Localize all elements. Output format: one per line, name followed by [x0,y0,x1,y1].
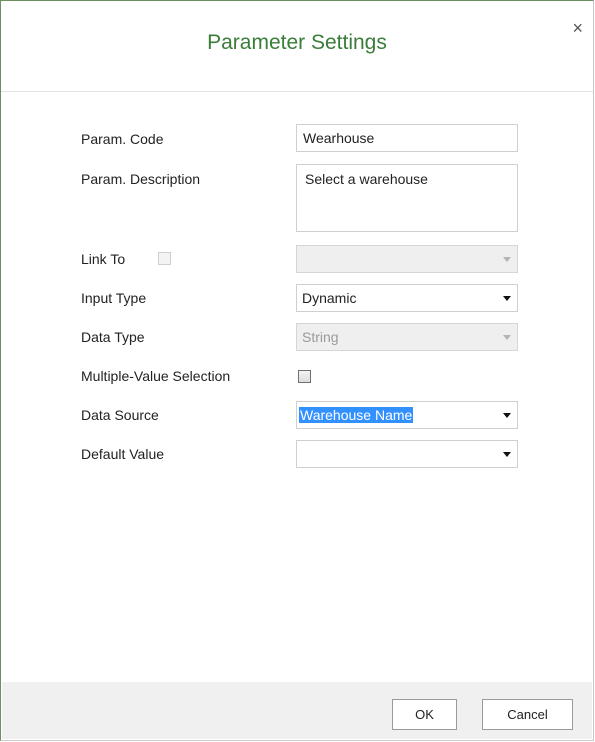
default-value-label: Default Value [81,446,165,462]
chevron-down-icon [503,413,511,418]
param-code-input[interactable]: Wearhouse [296,124,518,152]
data-source-value-wrap: Warehouse Name [299,407,414,423]
input-type-value: Dynamic [302,290,357,306]
ok-button[interactable]: OK [392,699,457,730]
chevron-down-icon [503,335,511,340]
data-source-value: Warehouse Name [299,407,414,423]
data-source-label: Data Source [81,407,159,423]
link-to-label: Link To [81,251,126,267]
param-code-label: Param. Code [81,131,164,147]
chevron-down-icon [503,296,511,301]
cancel-button[interactable]: Cancel [482,699,573,730]
input-type-select[interactable]: Dynamic [296,284,518,312]
multiple-value-checkbox[interactable] [298,370,311,383]
link-to-select[interactable] [296,245,518,273]
param-description-textarea[interactable]: Select a warehouse [296,164,518,232]
link-to-checkbox[interactable] [158,252,171,265]
dialog-title: Parameter Settings [207,31,387,54]
chevron-down-icon [503,452,511,457]
chevron-down-icon [503,257,511,262]
data-type-select[interactable]: String [296,323,518,351]
parameter-settings-dialog: Parameter Settings × Param. Code Wearhou… [0,0,594,741]
header-divider [1,91,593,92]
data-source-select[interactable]: Warehouse Name [296,401,518,429]
close-icon[interactable]: × [572,19,583,37]
param-description-label: Param. Description [81,171,201,187]
data-type-value: String [302,329,339,345]
data-type-label: Data Type [81,329,145,345]
input-type-label: Input Type [81,290,147,306]
multiple-value-label: Multiple-Value Selection [81,368,231,384]
default-value-select[interactable] [296,440,518,468]
